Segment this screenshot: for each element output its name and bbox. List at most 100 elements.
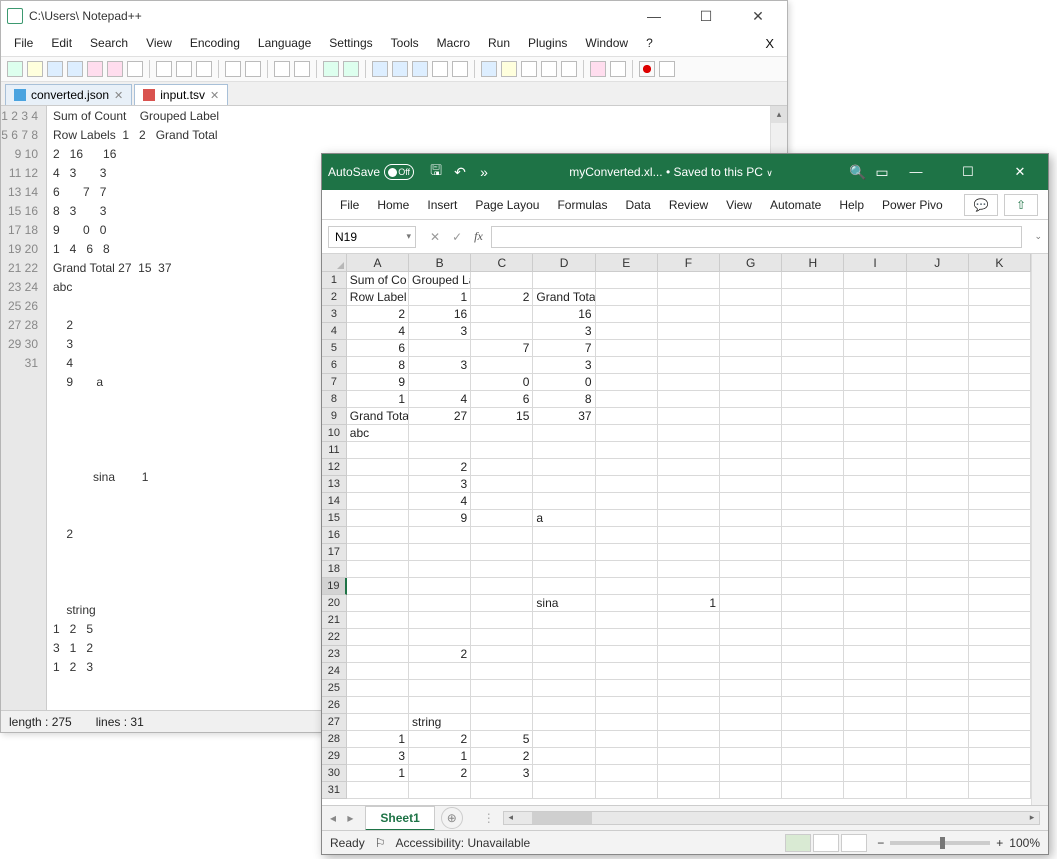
select-all-corner[interactable] <box>322 254 347 271</box>
name-box[interactable]: N19 <box>328 226 416 248</box>
column-header[interactable]: H <box>782 254 844 271</box>
cell[interactable] <box>969 782 1031 799</box>
cell[interactable] <box>409 561 471 578</box>
redo-icon[interactable] <box>245 61 261 77</box>
column-header[interactable]: I <box>844 254 906 271</box>
column-header[interactable]: E <box>596 254 658 271</box>
indent-guide-icon[interactable] <box>452 61 468 77</box>
table-row[interactable]: 6833 <box>322 357 1031 374</box>
cell[interactable] <box>782 680 844 697</box>
row-header[interactable]: 3 <box>322 306 347 323</box>
cell[interactable]: 3 <box>533 323 595 340</box>
cell[interactable] <box>596 289 658 306</box>
cell[interactable] <box>658 782 720 799</box>
cell[interactable] <box>782 782 844 799</box>
menu-view[interactable]: View <box>139 34 179 53</box>
cell[interactable] <box>720 272 782 289</box>
table-row[interactable]: 144 <box>322 493 1031 510</box>
cell[interactable] <box>347 459 409 476</box>
cell[interactable]: 1 <box>409 748 471 765</box>
column-headers[interactable]: ABCDEFGHIJK <box>322 254 1031 272</box>
cell[interactable] <box>596 306 658 323</box>
warning-icon[interactable]: X <box>758 34 781 53</box>
cell[interactable] <box>347 680 409 697</box>
cell[interactable] <box>658 306 720 323</box>
cell[interactable] <box>658 527 720 544</box>
row-header[interactable]: 11 <box>322 442 347 459</box>
cell[interactable] <box>658 731 720 748</box>
cell[interactable] <box>720 408 782 425</box>
ribbon-tab-insert[interactable]: Insert <box>419 194 465 216</box>
file-tab[interactable]: converted.json✕ <box>5 84 132 105</box>
close-all-icon[interactable] <box>107 61 123 77</box>
cell[interactable] <box>471 578 533 595</box>
cell[interactable] <box>782 340 844 357</box>
cell[interactable] <box>969 544 1031 561</box>
cell[interactable] <box>596 442 658 459</box>
paste-icon[interactable] <box>196 61 212 77</box>
cell[interactable] <box>844 697 906 714</box>
cell[interactable] <box>347 663 409 680</box>
cell[interactable] <box>347 782 409 799</box>
cell[interactable] <box>907 765 969 782</box>
cell[interactable] <box>844 663 906 680</box>
cell[interactable] <box>782 646 844 663</box>
cell[interactable] <box>533 459 595 476</box>
normal-view-button[interactable] <box>785 834 811 852</box>
scroll-up-icon[interactable]: ▴ <box>771 106 787 123</box>
cell[interactable] <box>347 544 409 561</box>
cell[interactable] <box>409 629 471 646</box>
row-header[interactable]: 23 <box>322 646 347 663</box>
minimize-button[interactable]: — <box>637 8 671 25</box>
cell[interactable]: 1 <box>409 289 471 306</box>
column-header[interactable]: J <box>907 254 969 271</box>
cell[interactable] <box>658 544 720 561</box>
cell[interactable] <box>471 476 533 493</box>
table-row[interactable]: 9Grand Tota271537 <box>322 408 1031 425</box>
cell[interactable] <box>658 493 720 510</box>
cell[interactable] <box>596 714 658 731</box>
cell[interactable] <box>969 374 1031 391</box>
monitor-icon[interactable] <box>590 61 606 77</box>
table-row[interactable]: 24 <box>322 663 1031 680</box>
cell[interactable] <box>596 510 658 527</box>
functionlist-icon[interactable] <box>521 61 537 77</box>
column-header[interactable]: K <box>969 254 1031 271</box>
doclist-icon[interactable] <box>561 61 577 77</box>
cell[interactable] <box>907 442 969 459</box>
cell[interactable] <box>720 544 782 561</box>
cell[interactable]: 9 <box>409 510 471 527</box>
cell[interactable] <box>907 425 969 442</box>
cell[interactable]: 16 <box>533 306 595 323</box>
cell[interactable] <box>471 561 533 578</box>
table-row[interactable]: 19 <box>322 578 1031 595</box>
print-icon[interactable] <box>127 61 143 77</box>
ribbon-tab-review[interactable]: Review <box>661 194 716 216</box>
cell[interactable] <box>347 612 409 629</box>
cell[interactable] <box>596 663 658 680</box>
cell[interactable] <box>969 459 1031 476</box>
cell[interactable] <box>471 459 533 476</box>
cell[interactable] <box>844 595 906 612</box>
cell[interactable] <box>658 714 720 731</box>
cell[interactable] <box>720 561 782 578</box>
cell[interactable]: 37 <box>533 408 595 425</box>
cell[interactable]: Sum of Co <box>347 272 409 289</box>
horizontal-scrollbar[interactable]: ◂▸ <box>503 811 1040 825</box>
menu-settings[interactable]: Settings <box>322 34 379 53</box>
row-header[interactable]: 28 <box>322 731 347 748</box>
table-row[interactable]: 29312 <box>322 748 1031 765</box>
cell[interactable] <box>347 578 409 595</box>
cell[interactable] <box>471 510 533 527</box>
sync-h-icon[interactable] <box>392 61 408 77</box>
cell[interactable] <box>844 408 906 425</box>
row-header[interactable]: 15 <box>322 510 347 527</box>
cell[interactable] <box>907 510 969 527</box>
cell[interactable] <box>533 493 595 510</box>
zoom-out-button[interactable]: − <box>877 836 884 850</box>
cell[interactable] <box>844 714 906 731</box>
cell[interactable] <box>720 646 782 663</box>
cell[interactable] <box>907 374 969 391</box>
search-icon[interactable]: 🔍 <box>848 164 868 181</box>
close-file-icon[interactable] <box>87 61 103 77</box>
